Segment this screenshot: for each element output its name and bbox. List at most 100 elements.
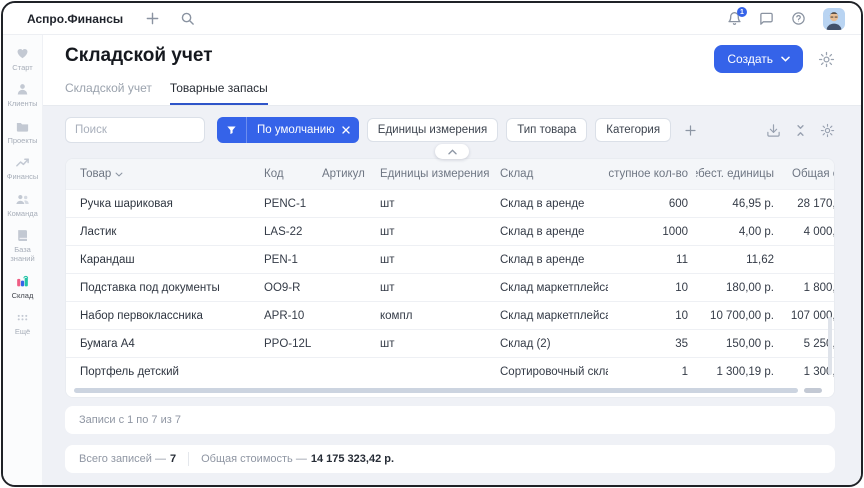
notifications-button[interactable]: 1: [727, 11, 742, 26]
cell-warehouse: Склад маркетплейса: [492, 282, 608, 294]
filter-chip-category[interactable]: Категория: [595, 118, 671, 142]
cell-total-cost: 4 000,0: [782, 226, 835, 238]
column-header-product[interactable]: Товар: [66, 168, 256, 180]
cell-warehouse: Склад в аренде: [492, 198, 608, 210]
sidebar-item-warehouse[interactable]: Склад: [3, 272, 42, 302]
page-tabs: Складской учет Товарные запасы: [65, 81, 835, 105]
sidebar-item-more[interactable]: Ещё: [3, 308, 42, 338]
table-row[interactable]: Подставка под документы OO9-R шт Склад м…: [66, 273, 834, 301]
cell-warehouse: Склад (2): [492, 338, 608, 350]
column-header-sku[interactable]: Артикул: [314, 168, 372, 180]
cell-unit-cost: 4,00 р.: [696, 226, 782, 238]
sidebar-item-start[interactable]: Старт: [3, 44, 42, 74]
cell-warehouse: Склад маркетплейса: [492, 310, 608, 322]
sidebar-item-knowledge-base[interactable]: База знаний: [3, 226, 42, 266]
add-filter-icon[interactable]: [679, 124, 702, 137]
records-info-bar: Записи с 1 по 7 из 7: [65, 406, 835, 434]
search-icon[interactable]: [180, 11, 195, 26]
sidebar-item-projects[interactable]: Проекты: [3, 117, 42, 147]
sidebar-item-label: Клиенты: [7, 99, 37, 108]
cell-code: PEN-1: [256, 254, 314, 266]
search-input[interactable]: [65, 117, 205, 143]
user-avatar[interactable]: [823, 8, 845, 30]
cell-unit: шт: [372, 282, 492, 294]
cell-unit-cost: 180,00 р.: [696, 282, 782, 294]
sidebar-item-label: Проекты: [7, 136, 37, 145]
table-header: Товар Код Артикул Единицы измерения Скла…: [66, 159, 834, 189]
filter-chip-product-type[interactable]: Тип товара: [506, 118, 587, 142]
table-row[interactable]: Карандаш PEN-1 шт Склад в аренде 11 11,6…: [66, 245, 834, 273]
active-filter-chip[interactable]: По умолчанию: [217, 117, 359, 143]
summary-divider: [188, 452, 189, 466]
content-area: По умолчанию Единицы измерения Тип товар…: [43, 106, 861, 485]
funnel-icon[interactable]: [217, 117, 247, 143]
sidebar-item-label: Ещё: [15, 327, 30, 336]
topbar: Аспро.Финансы 1: [3, 3, 861, 35]
sidebar-item-team[interactable]: Команда: [3, 190, 42, 220]
cell-unit: шт: [372, 254, 492, 266]
table-row[interactable]: Портфель детский Сортировочный склад 1 1…: [66, 357, 834, 385]
cell-unit-cost: 10 700,00 р.: [696, 310, 782, 322]
cell-product: Ластик: [66, 226, 256, 238]
horizontal-scrollbar-end[interactable]: [804, 388, 822, 393]
projects-icon: [15, 119, 30, 134]
create-button[interactable]: Создать: [714, 45, 803, 73]
sort-chevron-down-icon: [115, 172, 123, 177]
column-header-code[interactable]: Код: [256, 168, 314, 180]
collapse-rows-icon[interactable]: [794, 124, 807, 137]
cell-warehouse: Склад в аренде: [492, 226, 608, 238]
cell-product: Портфель детский: [66, 366, 256, 378]
sidebar-item-label: Старт: [12, 63, 32, 72]
cell-unit-cost: 46,95 р.: [696, 198, 782, 210]
tab-warehouse-accounting[interactable]: Складской учет: [65, 81, 152, 105]
cell-unit: шт: [372, 338, 492, 350]
horizontal-scrollbar-thumb[interactable]: [74, 388, 798, 393]
table-row[interactable]: Ручка шариковая PENC-1 шт Склад в аренде…: [66, 189, 834, 217]
total-cost-value: 14 175 323,42 р.: [311, 453, 394, 465]
remove-filter-icon[interactable]: [342, 126, 359, 134]
table-row[interactable]: Набор первоклассника APR-10 компл Склад …: [66, 301, 834, 329]
cell-available-qty: 11: [608, 254, 696, 266]
cell-code: OO9-R: [256, 282, 314, 294]
download-icon[interactable]: [766, 123, 781, 138]
filter-chip-units[interactable]: Единицы измерения: [367, 118, 498, 142]
active-filter-label: По умолчанию: [247, 124, 342, 136]
clients-icon: [15, 82, 30, 97]
add-icon[interactable]: [145, 11, 160, 26]
sidebar-item-clients[interactable]: Клиенты: [3, 80, 42, 110]
cell-unit-cost: 1 300,19 р.: [696, 366, 782, 378]
page-header: Складской учет Создать Складской учет То…: [43, 35, 861, 106]
help-icon[interactable]: [791, 11, 806, 26]
topbar-actions: 1: [727, 8, 845, 30]
cell-product: Карандаш: [66, 254, 256, 266]
page-title: Складской учет: [65, 45, 213, 67]
cell-warehouse: Склад в аренде: [492, 254, 608, 266]
column-header-available-qty[interactable]: Доступное кол-во: [608, 168, 696, 180]
sidebar-item-label: База знаний: [4, 245, 41, 264]
vertical-scrollbar-thumb[interactable]: [828, 317, 832, 375]
column-header-warehouse[interactable]: Склад: [492, 168, 608, 180]
table-settings-icon[interactable]: [820, 123, 835, 138]
more-icon: [15, 310, 30, 325]
collapse-panel-button[interactable]: [435, 144, 469, 159]
horizontal-scrollbar[interactable]: [66, 385, 834, 397]
tab-inventory[interactable]: Товарные запасы: [170, 81, 268, 105]
create-button-label: Создать: [727, 52, 773, 66]
cell-product: Набор первоклассника: [66, 310, 256, 322]
page-settings-icon[interactable]: [818, 51, 835, 68]
chevron-up-icon: [448, 149, 457, 155]
knowledge-base-icon: [15, 228, 30, 243]
cell-available-qty: 35: [608, 338, 696, 350]
notification-badge: 1: [737, 7, 747, 17]
sidebar-item-finance[interactable]: Финансы: [3, 153, 42, 183]
table-row[interactable]: Ластик LAS-22 шт Склад в аренде 1000 4,0…: [66, 217, 834, 245]
column-header-total-cost[interactable]: Общая стоимость: [782, 168, 835, 180]
column-header-unit-cost[interactable]: Себест. единицы: [696, 168, 782, 180]
table-row[interactable]: Бумага А4 PPO-12L шт Склад (2) 35 150,00…: [66, 329, 834, 357]
chat-icon[interactable]: [759, 11, 774, 26]
cell-code: PPO-12L: [256, 338, 314, 350]
total-cost: Общая стоимость — 14 175 323,42 р.: [201, 453, 394, 465]
column-header-units[interactable]: Единицы измерения: [372, 168, 492, 180]
app-title: Аспро.Финансы: [27, 12, 123, 26]
cell-unit: шт: [372, 198, 492, 210]
